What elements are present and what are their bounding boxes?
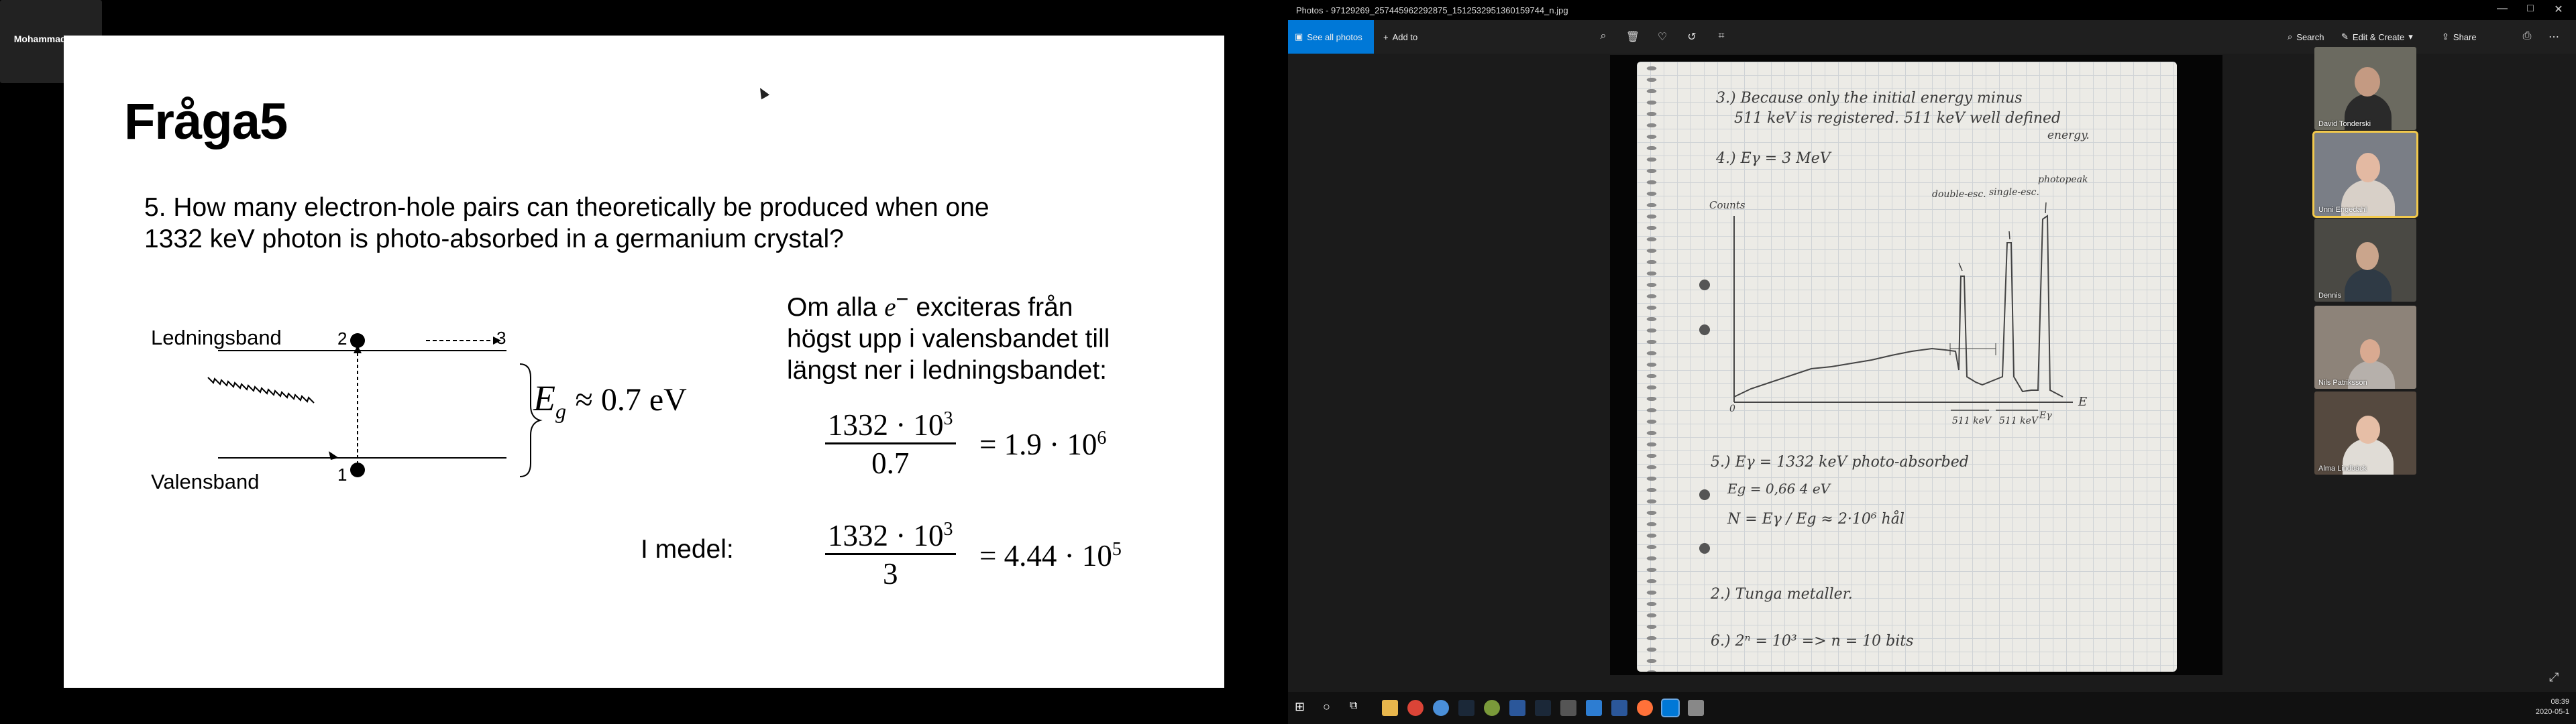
level-3-label: 3 — [496, 328, 506, 348]
clock-date: 2020-05-1 — [2535, 708, 2569, 716]
chevron-down-icon: ▾ — [2408, 32, 2413, 42]
level-2-dot — [350, 333, 365, 348]
axis-label: Counts — [1709, 199, 1746, 211]
participant-name: Alma Lindbäck — [2318, 465, 2367, 473]
search-icon: ⌕ — [2288, 32, 2293, 42]
participant-name: David Tonderski — [2318, 120, 2371, 128]
chrome-icon[interactable] — [1407, 700, 1424, 716]
explanation-text: Om alla e− exciteras från högst upp i va… — [787, 287, 1110, 385]
word-icon[interactable] — [1509, 700, 1525, 716]
crop-icon[interactable]: ⌗ — [1713, 30, 1729, 42]
participant-video — [2356, 416, 2380, 444]
band-gap-label: Eg ≈ 0.7 eV — [533, 378, 687, 423]
share-icon: ⇪ — [2442, 32, 2449, 42]
conduction-band-label: Ledningsband — [151, 326, 282, 349]
participant-tile[interactable]: Alma Lindbäck — [2314, 391, 2416, 475]
valence-band-label: Valensband — [151, 470, 260, 493]
maximize-button[interactable]: □ — [2517, 3, 2544, 15]
edit-create-button[interactable]: ✎ Edit & Create ▾ — [2334, 25, 2420, 48]
photon-arrowhead — [329, 451, 339, 460]
participant-name: Mohammad Zo... — [13, 34, 89, 44]
axis-label: 0 — [1729, 404, 1735, 414]
participant-name: Dennis — [2318, 292, 2342, 300]
share-button[interactable]: ⇪ Share — [2435, 25, 2483, 48]
steam-icon[interactable] — [1458, 700, 1474, 716]
photon-wave — [207, 377, 315, 404]
edit-icon: ✎ — [2341, 32, 2349, 42]
firefox-icon[interactable] — [1637, 700, 1653, 716]
note-line: 2.) Tunga metaller. — [1711, 586, 1853, 603]
zoom-icon[interactable]: ⌕ — [1595, 30, 1611, 42]
taskbar: ⊞ ○ ⧉ 08:39 2020-05-1 — [1288, 692, 2576, 724]
max-pairs-fraction: 1332 · 103 0.7 — [825, 408, 956, 481]
level-1-dot — [350, 463, 365, 477]
level-2-label: 2 — [337, 328, 347, 349]
participant-video — [2360, 339, 2380, 363]
notebook-page-photo: 3.) Because only the initial energy minu… — [1637, 62, 2177, 672]
app-icon[interactable] — [1484, 700, 1500, 716]
presentation-slide: Fråga5 5. How many electron-hole pairs c… — [64, 36, 1224, 688]
avg-pairs-fraction: 1332 · 103 3 — [825, 518, 956, 591]
participant-video — [2345, 269, 2392, 302]
system-tray[interactable]: 08:39 2020-05-1 — [2536, 697, 2569, 717]
note-line: N = Eγ / Eg ≈ 2·10⁶ hål — [1727, 511, 1904, 528]
close-button[interactable]: ✕ — [2545, 3, 2572, 16]
app-icon[interactable] — [1688, 700, 1704, 716]
app-icon[interactable] — [1611, 700, 1627, 716]
favorite-icon[interactable]: ♡ — [1654, 30, 1670, 44]
app-icon[interactable] — [1586, 700, 1602, 716]
print-icon[interactable]: ⎙ — [2519, 30, 2535, 42]
level-1-label: 1 — [337, 465, 347, 485]
search-button[interactable]: ⌕ Search — [2281, 25, 2330, 48]
more-icon[interactable]: ⋯ — [2546, 30, 2562, 44]
add-to-button[interactable]: + Add to — [1377, 25, 1424, 48]
distance-label: 511 keV — [1999, 416, 2039, 426]
steam-icon[interactable] — [1535, 700, 1551, 716]
app-icon[interactable] — [1560, 700, 1576, 716]
app-icon[interactable] — [1433, 700, 1449, 716]
participant-video — [2356, 242, 2379, 270]
rotate-icon[interactable]: ↺ — [1684, 30, 1700, 44]
participant-name: Nils Patriksson — [2318, 379, 2367, 387]
title-bar: Photos - 97129269_257445962292875_151253… — [1288, 0, 2576, 20]
avg-pairs-result: = 4.44 · 105 — [979, 539, 1122, 572]
note-line: 5.) Eγ = 1332 keV photo-absorbed — [1711, 454, 1969, 471]
search-icon[interactable]: ○ — [1323, 700, 1339, 716]
participant-name: Unni Engedahl — [2318, 206, 2367, 214]
distance-label: Eγ — [2039, 410, 2052, 421]
photos-taskbar-icon[interactable] — [1661, 699, 1680, 717]
clock-time: 08:39 — [2551, 698, 2569, 706]
task-view-icon[interactable]: ⧉ — [1350, 700, 1366, 716]
participant-tile[interactable]: Unni Engedahl — [2312, 131, 2418, 218]
photos-icon: ▣ — [1295, 32, 1303, 42]
max-pairs-result: = 1.9 · 106 — [979, 428, 1107, 461]
distance-label: 511 keV — [1952, 416, 1992, 426]
plus-icon: + — [1383, 32, 1389, 42]
peak-label: single-esc. — [1989, 187, 2039, 198]
minimize-button[interactable]: — — [2489, 3, 2516, 15]
window-title: Photos - 97129269_257445962292875_151253… — [1296, 5, 1568, 15]
spectrum-sketch — [1733, 202, 2073, 411]
note-line: Eg = 0,66 4 eV — [1727, 481, 1831, 497]
note-line: 6.) 2ⁿ = 10³ => n = 10 bits — [1711, 633, 1914, 650]
photo-viewer: 3.) Because only the initial energy minu… — [1610, 55, 2222, 675]
axis-label: E — [2078, 395, 2088, 409]
average-label: I medel: — [641, 535, 734, 564]
file-explorer-icon[interactable] — [1382, 700, 1398, 716]
participant-tile[interactable]: Nils Patriksson — [2314, 306, 2416, 389]
participant-video — [2356, 153, 2380, 182]
see-all-photos-button[interactable]: ▣ See all photos — [1288, 20, 1374, 54]
delete-icon[interactable]: 🗑 — [1625, 30, 1641, 44]
peak-label: double-esc. — [1932, 189, 1986, 200]
participant-tile[interactable]: Dennis — [2314, 219, 2416, 302]
expand-icon[interactable]: ⤢ — [2549, 670, 2559, 684]
peak-label: photopeak — [2038, 174, 2088, 185]
start-icon[interactable]: ⊞ — [1295, 700, 1311, 716]
participant-tile[interactable]: David Tonderski — [2314, 47, 2416, 130]
participant-video — [2355, 67, 2380, 97]
